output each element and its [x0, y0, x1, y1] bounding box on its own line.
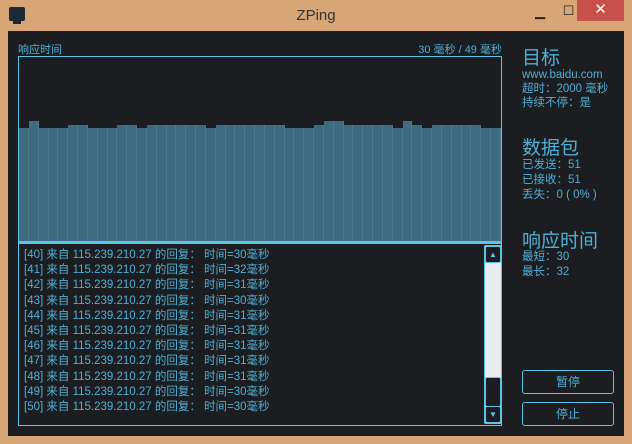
- packets-sent: 已发送：51: [522, 159, 581, 171]
- close-button[interactable]: ✕: [577, 0, 624, 21]
- chart-bar: [323, 120, 334, 241]
- chart-bar: [186, 124, 197, 241]
- chart-bar: [451, 124, 462, 241]
- response-heading: 响应时间: [522, 231, 599, 252]
- chart-bar: [402, 120, 413, 241]
- chart-bar: [432, 124, 442, 241]
- log-line: [44] 来自 115.239.210.27 的回复： 时间=31毫秒: [24, 309, 270, 322]
- chart-bar: [127, 124, 138, 241]
- chart-bar: [28, 120, 39, 241]
- chart-bar: [304, 128, 315, 241]
- chart-bar: [117, 124, 128, 241]
- target-host: www.baidu.com: [522, 69, 603, 81]
- chart-bar: [481, 128, 492, 241]
- chart-bar: [38, 128, 49, 241]
- chart-bar: [166, 124, 177, 241]
- chart-bar: [137, 128, 147, 241]
- chart-bar: [491, 128, 501, 241]
- chart-bar: [87, 128, 98, 241]
- chart-bar: [58, 128, 69, 241]
- scroll-up-icon[interactable]: ▲: [485, 246, 501, 263]
- chart-bar: [333, 120, 344, 241]
- packets-received: 已接收：51: [522, 174, 581, 186]
- target-heading: 目标: [522, 48, 561, 69]
- chart-bar: [314, 124, 324, 241]
- chart-bar: [392, 128, 403, 241]
- stop-button[interactable]: 停止: [522, 402, 614, 426]
- target-continuous: 持续不停：是: [522, 97, 591, 109]
- chart-bar: [97, 128, 108, 241]
- log-line: [43] 来自 115.239.210.27 的回复： 时间=30毫秒: [24, 294, 270, 307]
- log-line: [45] 来自 115.239.210.27 的回复： 时间=31毫秒: [24, 325, 270, 337]
- chart-bar: [382, 124, 393, 241]
- log-line: [46] 来自 115.239.210.27 的回复： 时间=31毫秒: [24, 340, 270, 353]
- chart-label: 响应时间: [18, 44, 62, 56]
- chart-bar: [205, 128, 216, 241]
- chart-bar: [441, 124, 452, 241]
- log-line: [50] 来自 115.239.210.27 的回复： 时间=30毫秒: [24, 401, 270, 413]
- chart-bar: [215, 124, 226, 241]
- chart-bar: [412, 124, 423, 241]
- response-max: 最长：32: [522, 266, 570, 278]
- packets-lost: 丢失：0 ( 0% ): [522, 189, 597, 201]
- title-bar: ZPing ▁ ☐ ✕: [0, 0, 632, 31]
- scroll-down-icon[interactable]: ▼: [485, 406, 501, 423]
- chart-bar: [68, 124, 78, 241]
- chart-bar: [78, 124, 88, 241]
- chart-bar: [373, 124, 383, 241]
- chart-bar: [461, 124, 472, 241]
- pause-button[interactable]: 暂停: [522, 370, 614, 394]
- log-line: [40] 来自 115.239.210.27 的回复： 时间=30毫秒: [24, 249, 270, 261]
- chart-bar: [284, 128, 295, 241]
- chart-bar: [363, 124, 374, 241]
- response-min: 最短：30: [522, 251, 570, 263]
- chart-bar: [176, 124, 187, 241]
- chart-bar: [264, 124, 275, 241]
- log-line: [41] 来自 115.239.210.27 的回复： 时间=32毫秒: [24, 264, 270, 277]
- chart-bar: [225, 124, 236, 241]
- chart-bar: [255, 124, 265, 241]
- chart-bar: [48, 128, 59, 241]
- log-line: [48] 来自 115.239.210.27 的回复： 时间=31毫秒: [24, 370, 270, 383]
- chart-range: 30 毫秒 / 49 毫秒: [418, 44, 502, 56]
- packets-heading: 数据包: [522, 138, 580, 159]
- chart-bar: [422, 128, 433, 241]
- chart-bar: [196, 124, 206, 241]
- chart-bar: [353, 124, 364, 241]
- log-scrollbar[interactable]: ▲ ▼: [484, 245, 502, 424]
- chart-bar: [343, 124, 354, 241]
- chart-bar: [471, 124, 482, 241]
- chart-bar: [235, 124, 246, 241]
- chart-bar: [294, 128, 305, 241]
- chart-bar: [156, 124, 167, 241]
- chart-bar: [146, 124, 157, 241]
- log-line: [49] 来自 115.239.210.27 的回复： 时间=30毫秒: [24, 385, 270, 398]
- ping-log: ▲ ▼ [40] 来自 115.239.210.27 的回复： 时间=30毫秒 […: [18, 243, 502, 426]
- log-line: [47] 来自 115.239.210.27 的回复： 时间=31毫秒: [24, 355, 270, 368]
- chart-bar: [19, 128, 29, 241]
- main-panel: 响应时间 30 毫秒 / 49 毫秒 ▲ ▼ [40] 来自 115.239.2…: [8, 31, 624, 436]
- minimize-button[interactable]: ▁: [526, 4, 554, 25]
- chart-bar: [107, 128, 118, 241]
- chart-bar: [274, 124, 285, 241]
- log-line: [42] 来自 115.239.210.27 的回复： 时间=31毫秒: [24, 279, 270, 292]
- scroll-thumb[interactable]: [485, 377, 501, 407]
- chart-bar: [245, 124, 256, 241]
- target-timeout: 超时：2000 毫秒: [522, 83, 609, 95]
- response-time-chart: [18, 56, 502, 242]
